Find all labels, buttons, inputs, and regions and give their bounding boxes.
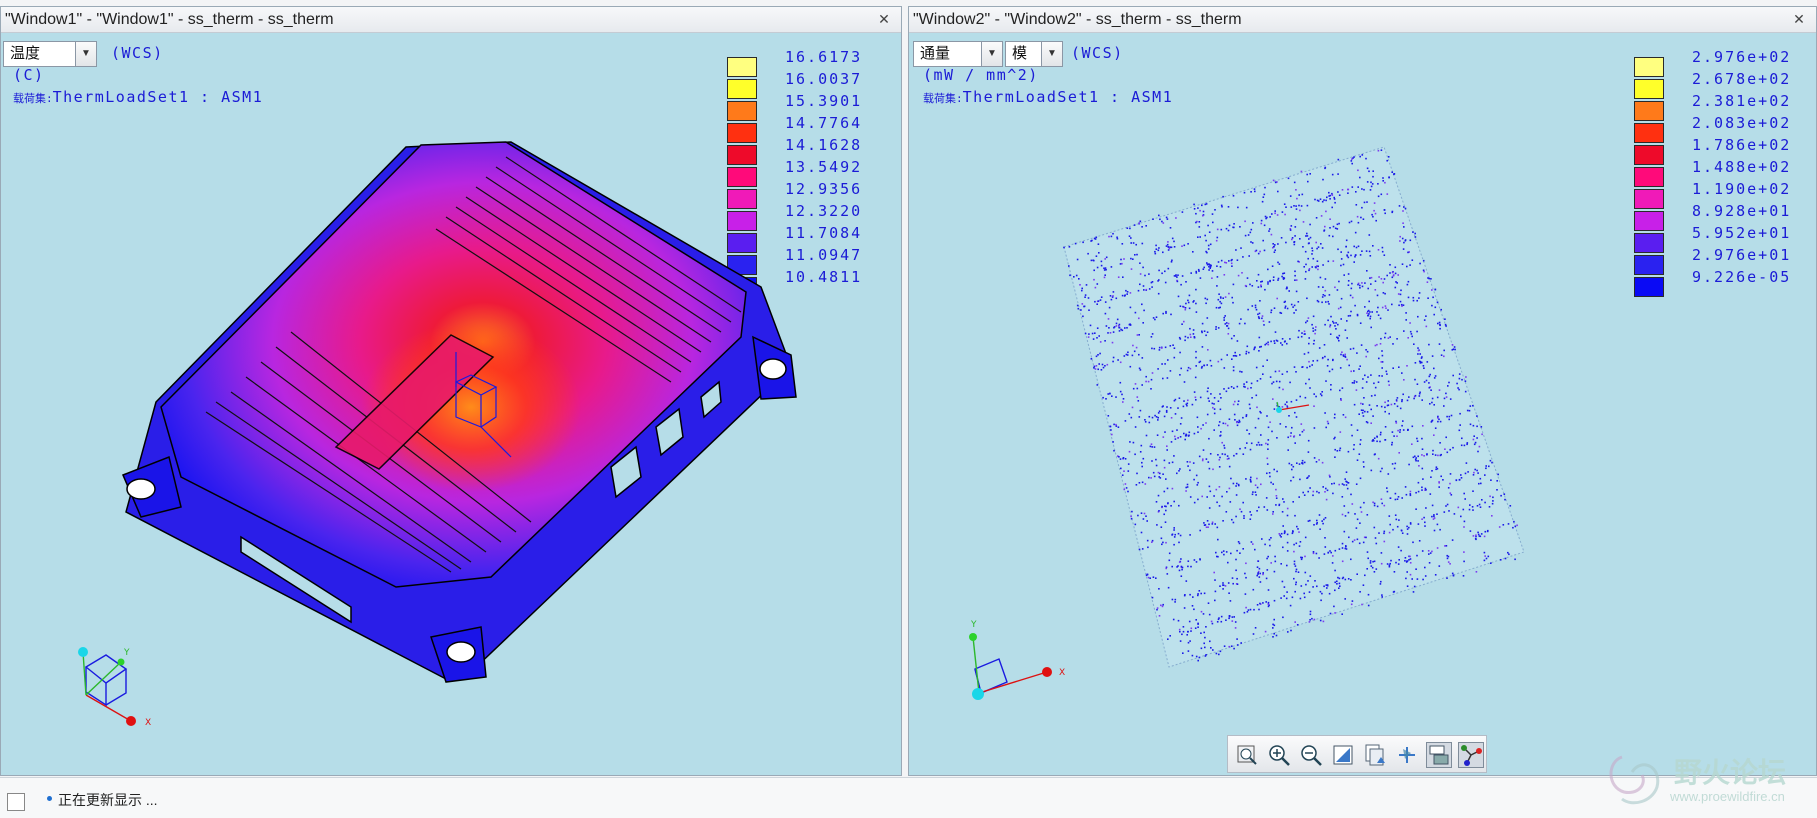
- zoom-out-button[interactable]: [1298, 742, 1324, 768]
- zoom-out-icon: [1301, 745, 1322, 766]
- triad-y-label: Y: [970, 620, 977, 630]
- display-style-icon: [1429, 745, 1449, 765]
- status-message: 正在更新显示 ...: [58, 792, 158, 808]
- zoom-in-icon: [1269, 745, 1290, 766]
- spin-center-button[interactable]: [1458, 742, 1484, 768]
- spin-center-icon: [1461, 745, 1482, 766]
- zoom-fit-icon: [1237, 745, 1257, 765]
- status-bullet-icon: [47, 796, 52, 801]
- result-window-2[interactable]: "Window2" - "Window2" - ss_therm - ss_th…: [908, 6, 1817, 776]
- triad-x-label: X: [1059, 668, 1065, 678]
- triad-x-label: X: [145, 718, 151, 728]
- repaint-button[interactable]: [1330, 742, 1356, 768]
- saved-views-button[interactable]: [1362, 742, 1388, 768]
- zoom-fit-button[interactable]: [1234, 742, 1260, 768]
- flux-vector-plot[interactable]: X Y: [909, 7, 1814, 775]
- datum-display-button[interactable]: [1394, 742, 1420, 768]
- result-window-1[interactable]: "Window1" - "Window1" - ss_therm - ss_th…: [0, 6, 902, 776]
- triad-y-label: Y: [123, 648, 130, 658]
- display-style-button[interactable]: [1426, 742, 1452, 768]
- thermal-model-view[interactable]: X Y: [1, 7, 901, 775]
- watermark-url: www.proewildfire.cn: [1670, 789, 1785, 804]
- message-toggle-checkbox[interactable]: [7, 793, 25, 811]
- saved-views-icon: [1365, 744, 1385, 766]
- view-toolbar: [1227, 735, 1487, 773]
- watermark-text: 野火论坛: [1674, 756, 1787, 789]
- watermark-logo-icon: [1609, 755, 1660, 805]
- forum-watermark: 野火论坛 www.proewildfire.cn: [1602, 747, 1817, 817]
- status-bar: 正在更新显示 ...: [0, 777, 1817, 818]
- zoom-in-button[interactable]: [1266, 742, 1292, 768]
- repaint-icon: [1333, 745, 1353, 765]
- datum-display-icon: [1399, 747, 1415, 763]
